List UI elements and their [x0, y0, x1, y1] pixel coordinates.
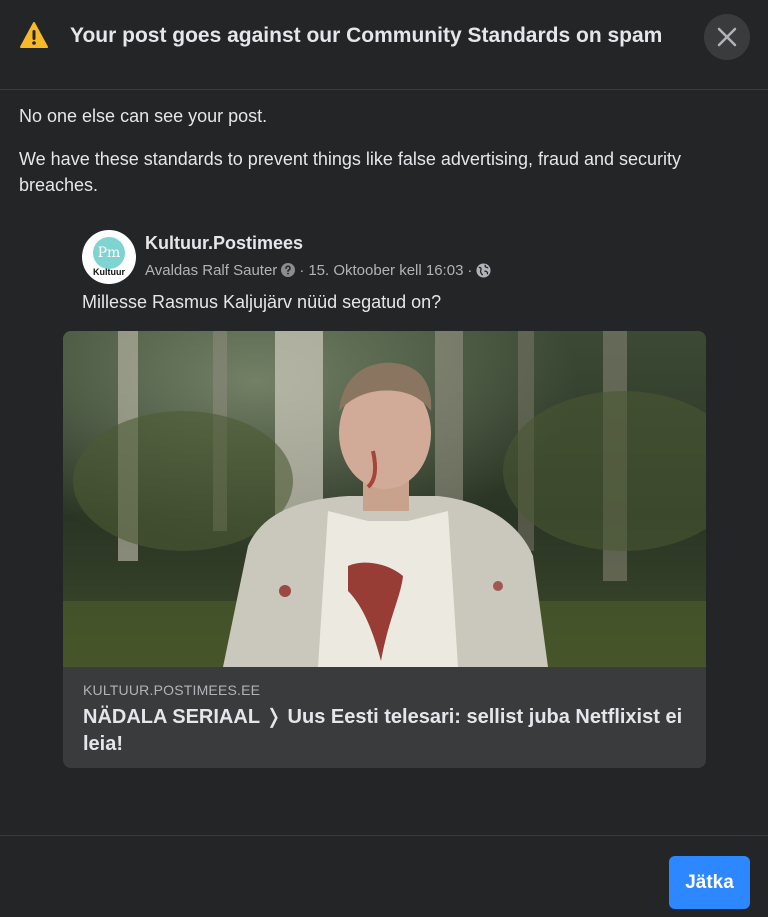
page-avatar[interactable]: Pm Kultuur [82, 230, 136, 284]
link-preview-card[interactable]: KULTUUR.POSTIMEES.EE NÄDALA SERIAAL ❭ Uu… [63, 331, 706, 768]
post-author: Avaldas Ralf Sauter [145, 261, 278, 279]
continue-button[interactable]: Jätka [669, 856, 750, 909]
dialog-title: Your post goes against our Community Sta… [70, 24, 663, 47]
meta-separator: · [299, 261, 305, 279]
article-preview-image [63, 331, 706, 667]
dialog-header: Your post goes against our Community Sta… [0, 0, 768, 90]
post-date[interactable]: 15. Oktoober kell 16:03 [308, 262, 463, 279]
avatar-word: Kultuur [93, 267, 125, 277]
globe-icon [476, 262, 491, 278]
standards-message: We have these standards to prevent thing… [19, 149, 682, 195]
avatar-monogram: Pm [93, 237, 125, 269]
footer-divider [0, 835, 768, 836]
close-button[interactable] [704, 14, 750, 60]
close-x-icon [717, 27, 737, 47]
link-title[interactable]: NÄDALA SERIAAL ❭ Uus Eesti telesari: sel… [83, 704, 683, 758]
visibility-message: No one else can see your post. [19, 106, 268, 126]
spam-warning-dialog: Your post goes against our Community Sta… [0, 0, 768, 917]
post-text: Millesse Rasmus Kaljujärv nüüd segatud o… [82, 292, 442, 312]
warning-triangle-icon [20, 22, 48, 48]
post-meta: Avaldas Ralf Sauter · 15. Oktoober kell … [145, 261, 495, 279]
link-domain: KULTUUR.POSTIMEES.EE [83, 682, 261, 698]
meta-separator: · [467, 261, 473, 279]
page-name[interactable]: Kultuur.Postimees [145, 233, 303, 254]
question-circle-icon[interactable] [281, 263, 296, 277]
